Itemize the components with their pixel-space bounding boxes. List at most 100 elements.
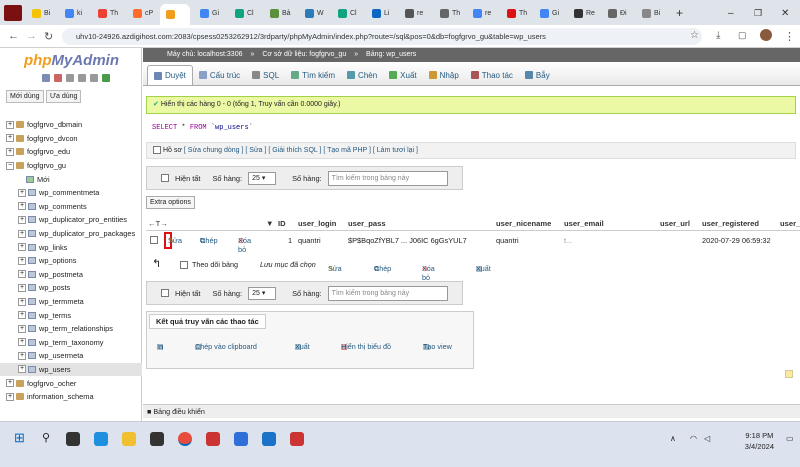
minimize-icon[interactable]: – bbox=[728, 4, 734, 22]
expand-icon[interactable]: + bbox=[18, 188, 26, 197]
forward-icon[interactable]: → bbox=[26, 30, 37, 42]
tab-3[interactable]: Th bbox=[98, 4, 118, 22]
breadcrumb-db[interactable]: Cơ sở dữ liệu: fogfgrvo_gu bbox=[262, 51, 346, 58]
tree-table[interactable]: + wp_options bbox=[0, 254, 142, 268]
col-user-url[interactable]: user_url bbox=[660, 219, 690, 228]
reload-icon[interactable]: ↻ bbox=[44, 30, 53, 43]
check-all-checkbox[interactable] bbox=[180, 261, 188, 269]
notification-icon[interactable]: ▭ bbox=[786, 434, 794, 443]
gear-icon[interactable] bbox=[90, 74, 98, 82]
tab-triggers[interactable]: Bẫy bbox=[519, 65, 556, 85]
expand-icon[interactable]: + bbox=[18, 311, 26, 320]
tree-database[interactable]: + information_schema bbox=[0, 390, 142, 404]
tab-10[interactable]: Li bbox=[372, 4, 389, 22]
home-icon[interactable] bbox=[42, 74, 50, 82]
expand-icon[interactable]: + bbox=[18, 215, 26, 224]
expand-icon[interactable]: + bbox=[18, 365, 26, 374]
extra-options-button[interactable]: Extra options bbox=[146, 196, 195, 209]
filter-input[interactable]: Tìm kiếm trong bảng này bbox=[327, 170, 448, 186]
col-user-registered[interactable]: user_registered bbox=[702, 219, 759, 228]
tab-18[interactable]: Bi bbox=[642, 4, 660, 22]
expand-icon[interactable]: + bbox=[6, 134, 14, 143]
new-tab-button[interactable]: + bbox=[676, 4, 683, 22]
reload-icon[interactable] bbox=[102, 74, 110, 82]
expand-icon[interactable]: + bbox=[18, 351, 26, 360]
tab-8[interactable]: W bbox=[305, 4, 324, 22]
tab-2[interactable]: ki bbox=[65, 4, 82, 22]
tab-structure[interactable]: Cấu trúc bbox=[193, 65, 246, 85]
filter-input[interactable]: Tìm kiếm trong bảng này bbox=[327, 285, 448, 301]
col-user-login[interactable]: user_login bbox=[298, 219, 336, 228]
app-icon[interactable] bbox=[290, 432, 304, 446]
tree-table[interactable]: + wp_termmeta bbox=[0, 295, 142, 309]
row-checkbox[interactable] bbox=[150, 236, 158, 244]
col-user-nicename[interactable]: user_nicename bbox=[496, 219, 551, 228]
tab-7[interactable]: Bả bbox=[270, 4, 291, 22]
maximize-icon[interactable]: ❐ bbox=[754, 4, 762, 22]
col-user-activation[interactable]: user_a bbox=[780, 219, 800, 228]
expand-icon[interactable]: + bbox=[18, 256, 26, 265]
expand-icon[interactable]: + bbox=[18, 283, 26, 292]
tree-database[interactable]: + fogfgrvo_dbmain bbox=[0, 118, 142, 132]
windows-start-icon[interactable]: ⊞ bbox=[14, 430, 28, 445]
tab-15[interactable]: Gi bbox=[540, 4, 559, 22]
breadcrumb-server[interactable]: Máy chủ: localhost:3306 bbox=[167, 51, 243, 58]
recent-button[interactable]: Mới dùng bbox=[6, 90, 44, 103]
tab-16[interactable]: Re bbox=[574, 4, 595, 22]
tree-database[interactable]: + fogfgrvo_edu bbox=[0, 145, 142, 159]
tab-6[interactable]: Cl bbox=[235, 4, 254, 22]
tab-0[interactable] bbox=[4, 4, 22, 22]
volume-icon[interactable]: ◁ bbox=[704, 434, 710, 443]
tree-table[interactable]: + wp_usermeta bbox=[0, 349, 142, 363]
col-user-email[interactable]: user_email bbox=[564, 219, 604, 228]
tree-table[interactable]: + wp_terms bbox=[0, 308, 142, 322]
clock[interactable]: 9:18 PM 3/4/2024 bbox=[745, 430, 774, 452]
wifi-icon[interactable]: ◠ bbox=[690, 434, 697, 443]
app-icon[interactable] bbox=[206, 432, 220, 446]
tab-5[interactable]: Gi bbox=[200, 4, 219, 22]
favorites-button[interactable]: Ưa dùng bbox=[46, 90, 82, 103]
show-all-checkbox[interactable] bbox=[161, 174, 169, 182]
chrome-icon[interactable] bbox=[178, 432, 192, 446]
back-icon[interactable]: ← bbox=[8, 30, 19, 42]
menu-icon[interactable]: ⋮ bbox=[784, 30, 795, 43]
tab-active[interactable] bbox=[160, 4, 190, 25]
tab-14[interactable]: Th bbox=[507, 4, 527, 22]
edge-icon[interactable] bbox=[94, 432, 108, 446]
col-id[interactable]: ID bbox=[278, 219, 286, 228]
download-icon[interactable]: ⤓ bbox=[716, 30, 720, 41]
tree-table[interactable]: + wp_commentmeta bbox=[0, 186, 142, 200]
tab-operations[interactable]: Thao tác bbox=[465, 65, 519, 85]
url-field[interactable]: uhv10-24926.azdigihost.com:2083/cpsess02… bbox=[62, 28, 702, 45]
show-all-checkbox[interactable] bbox=[161, 289, 169, 297]
search-icon[interactable]: ⚲ bbox=[42, 431, 56, 445]
avatar[interactable] bbox=[760, 29, 772, 41]
expand-icon[interactable]: + bbox=[6, 392, 14, 401]
tree-table[interactable]: + wp_duplicator_pro_packages bbox=[0, 227, 142, 241]
app-icon[interactable] bbox=[262, 432, 276, 446]
tab-9[interactable]: Cl bbox=[338, 4, 357, 22]
tree-table[interactable]: + wp_posts bbox=[0, 281, 142, 295]
star-icon[interactable]: ☆ bbox=[690, 30, 699, 41]
expand-icon[interactable]: + bbox=[18, 270, 26, 279]
tab-4[interactable]: cP bbox=[133, 4, 153, 22]
rows-select[interactable]: 25 ▾ bbox=[248, 171, 277, 185]
expand-icon[interactable]: + bbox=[6, 147, 14, 156]
expand-icon[interactable]: − bbox=[6, 161, 14, 170]
tree-table[interactable]: + wp_comments bbox=[0, 200, 142, 214]
phpmyadmin-logo[interactable]: phpMyAdmin bbox=[24, 52, 119, 69]
tab-import[interactable]: Nhập bbox=[423, 65, 465, 85]
exit-icon[interactable] bbox=[54, 74, 62, 82]
query-links[interactable]: [ Sửa chung dòng ] [ Sửa ] [ Giải thích … bbox=[184, 147, 418, 154]
tab-search[interactable]: Tìm kiếm bbox=[285, 65, 341, 85]
extensions-icon[interactable]: ▢ bbox=[738, 30, 747, 41]
tab-1[interactable]: Bi bbox=[32, 4, 50, 22]
note-icon[interactable] bbox=[785, 370, 793, 378]
sort-icon[interactable]: ▼ bbox=[266, 219, 274, 228]
expand-icon[interactable]: + bbox=[18, 243, 26, 252]
store-icon[interactable] bbox=[150, 432, 164, 446]
expand-icon[interactable]: + bbox=[6, 379, 14, 388]
tree-table[interactable]: + wp_links bbox=[0, 240, 142, 254]
tree-table[interactable]: + wp_duplicator_pro_entities bbox=[0, 213, 142, 227]
breadcrumb-table[interactable]: Bảng: wp_users bbox=[366, 51, 416, 58]
